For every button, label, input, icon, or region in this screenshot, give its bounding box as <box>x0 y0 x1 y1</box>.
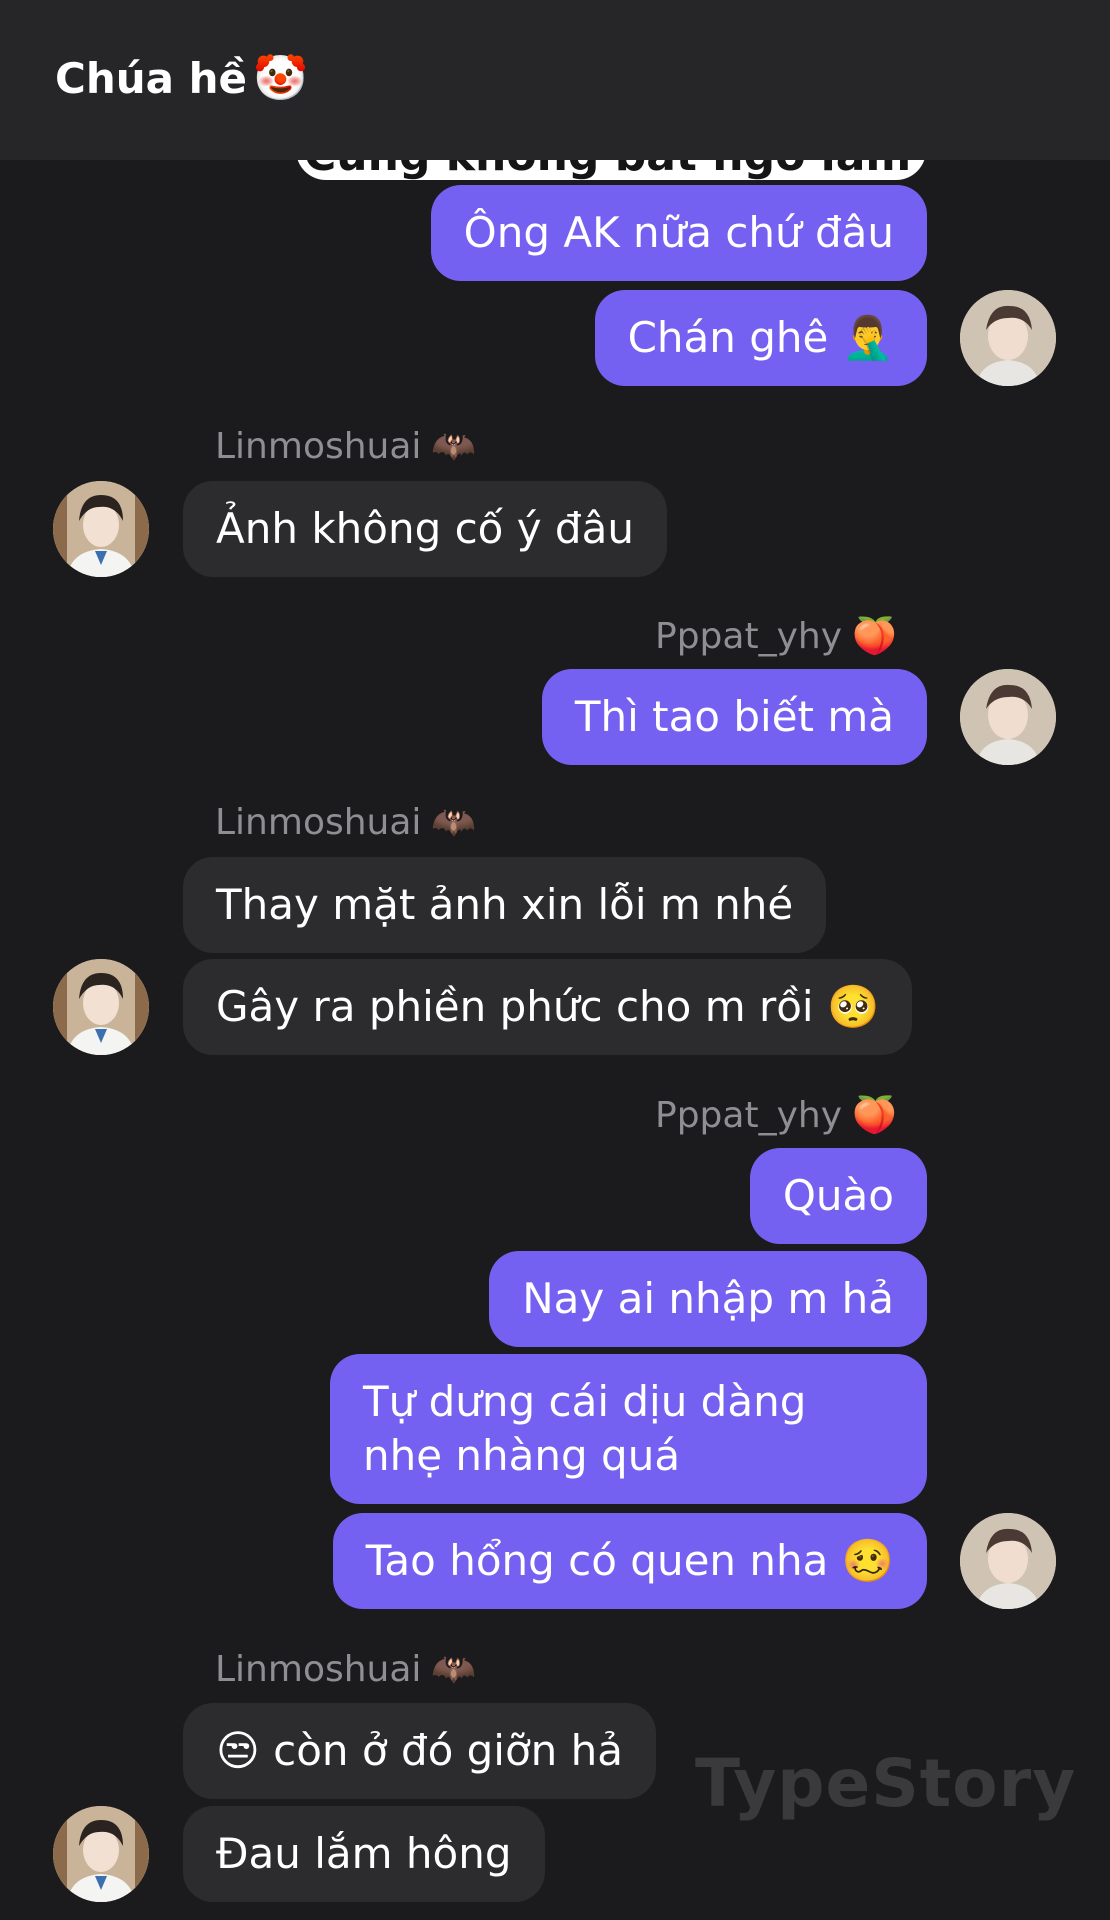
message-text: Gây ra phiền phức cho m rồi 🥺 <box>216 982 880 1031</box>
avatar-image <box>960 1513 1056 1609</box>
message-text: Chán ghê 🤦‍♂️ <box>627 313 894 362</box>
message-bubble-incoming[interactable]: Thay mặt ảnh xin lỗi m nhé <box>183 857 827 953</box>
sender-label-left: Linmoshuai 🦇 <box>215 1648 476 1690</box>
message-bubble-incoming[interactable]: Gây ra phiền phức cho m rồi 🥺 <box>183 959 913 1055</box>
avatar-pppat[interactable] <box>960 290 1056 386</box>
message-text: Đau lắm hông <box>216 1829 512 1878</box>
avatar-linmoshuai[interactable] <box>53 959 149 1055</box>
message-bubble-outgoing[interactable]: Quào <box>749 1148 927 1244</box>
avatar-image <box>960 290 1056 386</box>
sender-label-left: Linmoshuai 🦇 <box>215 801 476 843</box>
message-bubble-outgoing[interactable]: Ông AK nữa chứ đâu <box>430 185 927 281</box>
message-text: Tao hổng có quen nha 🥴 <box>365 1536 894 1585</box>
message-bubble-incoming[interactable]: Đau lắm hông <box>183 1806 545 1902</box>
message-text: Thay mặt ảnh xin lỗi m nhé <box>216 880 794 929</box>
avatar-linmoshuai[interactable] <box>53 1806 149 1902</box>
message-text: Ông AK nữa chứ đâu <box>463 208 894 257</box>
message-text: Nay ai nhập m hả <box>522 1274 894 1323</box>
message-bubble-outgoing[interactable]: Nay ai nhập m hả <box>489 1251 927 1347</box>
sender-name: Pppat_yhy <box>655 1095 843 1136</box>
message-bubble-outgoing[interactable]: Tự dưng cái dịu dàng nhẹ nhàng quá <box>330 1354 927 1504</box>
sender-name: Linmoshuai <box>215 1649 422 1690</box>
chat-header: Chúa hề 🤡 <box>0 0 1110 160</box>
avatar-linmoshuai[interactable] <box>53 481 149 577</box>
chat-title[interactable]: Chúa hề 🤡 <box>55 52 308 104</box>
message-bubble-outgoing[interactable]: Thì tao biết mà <box>541 669 927 765</box>
clown-emoji: 🤡 <box>252 53 308 104</box>
watermark: TypeStory <box>695 1745 1077 1822</box>
sender-label-left: Linmoshuai 🦇 <box>215 425 476 467</box>
sender-label-right: Pppat_yhy 🍑 <box>655 1094 897 1136</box>
peach-emoji: 🍑 <box>852 616 897 657</box>
message-text: 😒 còn ở đó giỡn hả <box>216 1726 623 1775</box>
avatar-pppat[interactable] <box>960 1513 1056 1609</box>
message-text: Ảnh không cố ý đâu <box>216 504 634 553</box>
peach-emoji: 🍑 <box>852 1095 897 1136</box>
sender-name: Pppat_yhy <box>655 616 843 657</box>
avatar-image <box>53 1806 149 1902</box>
avatar-image <box>53 959 149 1055</box>
bat-emoji: 🦇 <box>431 1649 477 1690</box>
avatar-image <box>960 669 1056 765</box>
message-text: Thì tao biết mà <box>574 692 894 741</box>
message-text: Tự dưng cái dịu dàng nhẹ nhàng quá <box>363 1377 807 1480</box>
message-bubble-incoming[interactable]: Ảnh không cố ý đâu <box>183 481 667 577</box>
message-text: Quào <box>782 1171 894 1220</box>
sender-name: Linmoshuai <box>215 802 422 843</box>
sender-label-right: Pppat_yhy 🍑 <box>655 615 897 657</box>
message-bubble-outgoing[interactable]: Tao hổng có quen nha 🥴 <box>332 1513 927 1609</box>
bat-emoji: 🦇 <box>431 426 477 467</box>
message-bubble-outgoing[interactable]: Chán ghê 🤦‍♂️ <box>594 290 927 386</box>
message-bubble-incoming[interactable]: 😒 còn ở đó giỡn hả <box>183 1703 656 1799</box>
sender-name: Linmoshuai <box>215 426 422 467</box>
chat-title-text: Chúa hề <box>55 54 247 103</box>
avatar-pppat[interactable] <box>960 669 1056 765</box>
bat-emoji: 🦇 <box>431 802 477 843</box>
avatar-image <box>53 481 149 577</box>
